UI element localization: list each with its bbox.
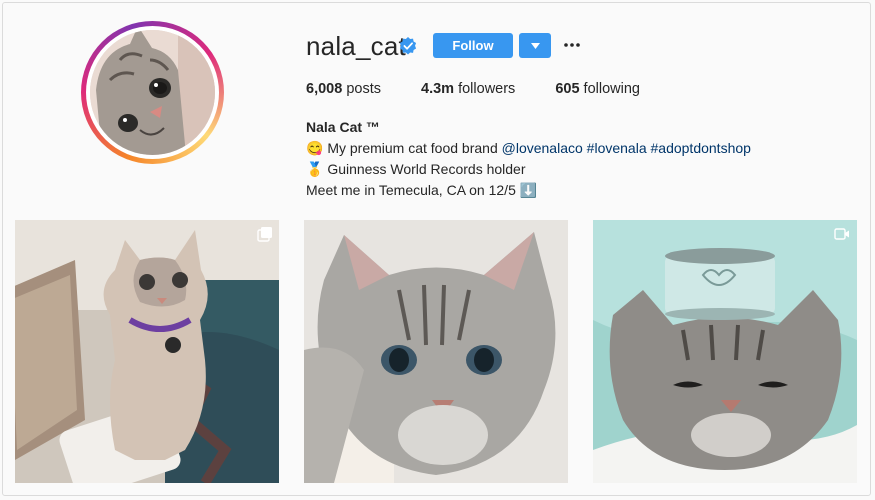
post-thumbnail[interactable] [304,220,568,483]
posts-label: posts [346,81,381,97]
verified-badge-icon [399,37,417,55]
avatar-image [90,30,215,155]
post-thumbnail[interactable] [15,220,279,483]
bio-line-brand: 😋 My premium cat food brand @lovenalaco … [306,138,751,159]
suggested-accounts-button[interactable] [519,33,551,58]
carousel-icon [257,227,272,242]
yum-emoji-icon: 😋 [306,140,324,156]
following-label: following [583,81,640,97]
profile-full-name: Nala Cat ™ [306,119,380,135]
post-image [15,220,279,483]
post-image [304,220,568,483]
profile-avatar[interactable] [81,21,224,164]
posts-count: 6,008 [306,81,343,97]
options-more-button[interactable] [563,35,581,55]
bio-brand-text: My premium cat food brand [327,140,498,156]
follow-button[interactable]: Follow [433,33,513,58]
bio-event-text: Meet me in Temecula, CA on 12/5 [306,182,516,198]
bio-record-text: Guinness World Records holder [327,161,526,177]
profile-stats: 6,008 posts 4.3m followers 605 following [306,81,680,97]
bio-line-event: Meet me in Temecula, CA on 12/5 ⬇️ [306,180,751,201]
profile-username: nala_cat [306,31,406,61]
ellipsis-icon [564,43,580,47]
followers-stat[interactable]: 4.3m followers [421,81,515,97]
following-stat[interactable]: 605 following [555,81,640,97]
hashtag-link[interactable]: #adoptdontshop [651,140,751,156]
mention-link[interactable]: @lovenalaco [502,140,583,156]
following-count: 605 [555,81,580,97]
bio-line-record: 🥇 Guinness World Records holder [306,159,751,180]
video-icon [834,228,849,240]
profile-bio: Nala Cat ™ 😋 My premium cat food brand @… [306,117,751,201]
post-thumbnail[interactable] [593,220,857,483]
avatar-border [86,26,219,159]
profile-page: nala_cat Follow 6,008 posts 4.3m followe… [2,2,871,496]
medal-emoji-icon: 🥇 [306,161,324,177]
down-arrow-emoji-icon: ⬇️ [519,182,538,198]
hashtag-link[interactable]: #lovenala [587,140,647,156]
followers-label: followers [458,81,516,97]
post-image [593,220,857,483]
posts-stat: 6,008 posts [306,81,381,97]
chevron-down-icon [530,42,540,49]
followers-count: 4.3m [421,81,455,97]
